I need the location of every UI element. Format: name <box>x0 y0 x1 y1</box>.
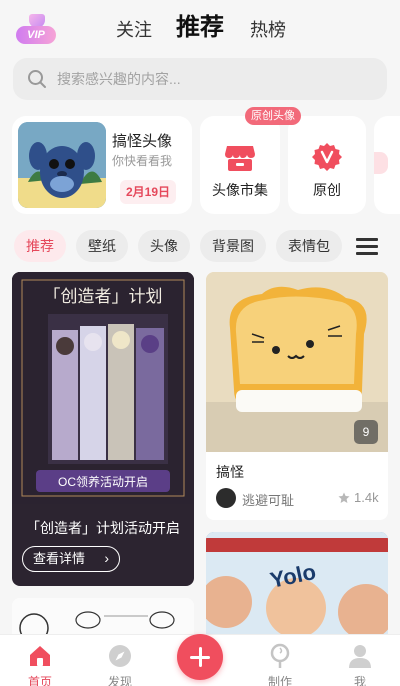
feature-card-more[interactable] <box>374 116 400 214</box>
home-icon <box>30 646 50 666</box>
feature-subtitle: 你快看看我 <box>112 154 173 168</box>
nav-me-label: 我 <box>353 675 366 686</box>
nav-home[interactable]: 首页 <box>10 639 70 686</box>
feed-post-funny[interactable]: 9 搞怪 逃避可耻 1.4k <box>206 272 388 520</box>
feature-label-avatar-market: 头像市集 <box>212 182 268 198</box>
like-count: 1.4k <box>354 490 379 505</box>
user-icon <box>349 645 371 668</box>
category-recommended[interactable]: 推荐 <box>14 230 66 262</box>
category-bar: 推荐 壁纸 头像 背景图 表情包 <box>12 230 392 262</box>
shop-icon <box>225 146 255 171</box>
top-bar: VIP 关注 推荐 热榜 <box>0 0 400 56</box>
nav-create-label: 制作 <box>267 675 292 686</box>
author-avatar[interactable] <box>216 488 236 508</box>
feature-title: 搞怪头像 <box>112 133 173 150</box>
chevron-right-icon: › <box>104 550 109 566</box>
post-artwork: 「创造者」计划 OC领养活动开启 <box>12 272 194 504</box>
category-wallpaper[interactable]: 壁纸 <box>76 230 128 262</box>
image-count-badge: 9 <box>354 420 378 444</box>
author-name[interactable]: 逃避可耻 <box>242 490 294 509</box>
feed-post-yolo[interactable]: Yolo <box>206 532 388 642</box>
search-bar[interactable] <box>13 58 387 100</box>
feature-date-badge: 2月19日 <box>120 180 176 204</box>
tab-recommended[interactable]: 推荐 <box>176 10 224 46</box>
post-caption: 「创造者」计划活动开启 <box>26 520 180 536</box>
feature-card-original[interactable]: 原创 <box>288 116 366 214</box>
search-icon <box>28 70 46 88</box>
nav-discover[interactable]: 发现 <box>90 639 150 686</box>
category-stickers[interactable]: 表情包 <box>276 230 342 262</box>
nav-create[interactable]: 制作 <box>250 639 310 686</box>
tab-following[interactable]: 关注 <box>116 12 152 48</box>
create-post-button[interactable] <box>177 634 223 680</box>
tab-trending[interactable]: 热榜 <box>250 12 286 48</box>
menu-icon[interactable] <box>356 238 378 255</box>
art-banner: OC领养活动开启 <box>58 474 148 489</box>
lollipop-icon <box>270 643 290 668</box>
nav-me[interactable]: 我 <box>330 639 390 686</box>
view-details-button[interactable]: 查看详情 › <box>22 546 120 572</box>
compass-icon <box>109 645 131 667</box>
category-background[interactable]: 背景图 <box>200 230 266 262</box>
top-tabs: 关注 推荐 热榜 <box>0 10 400 46</box>
feature-card-funny-avatar[interactable]: 搞怪头像 你快看看我 2月19日 <box>12 116 192 214</box>
v-badge-icon <box>312 143 342 171</box>
feature-thumbnail <box>18 122 106 208</box>
nav-home-label: 首页 <box>27 675 52 686</box>
feature-label-original: 原创 <box>313 182 341 198</box>
feed-post-creator-plan[interactable]: 「创造者」计划 OC领养活动开启 「创造者」计划活动开启 查看详情 › <box>12 272 194 586</box>
partial-feature-icon <box>374 152 388 174</box>
nav-discover-label: 发现 <box>107 675 132 686</box>
plus-icon-vertical <box>198 647 202 667</box>
category-avatar[interactable]: 头像 <box>138 230 190 262</box>
feature-card-avatar-market[interactable]: 头像市集 <box>200 116 280 214</box>
view-details-label: 查看详情 <box>33 551 86 566</box>
art-title: 「创造者」计划 <box>44 287 163 306</box>
search-input[interactable] <box>57 66 357 92</box>
star-icon <box>338 492 350 503</box>
post-title: 搞怪 <box>216 464 244 480</box>
original-avatar-badge: 原创头像 <box>245 107 301 125</box>
